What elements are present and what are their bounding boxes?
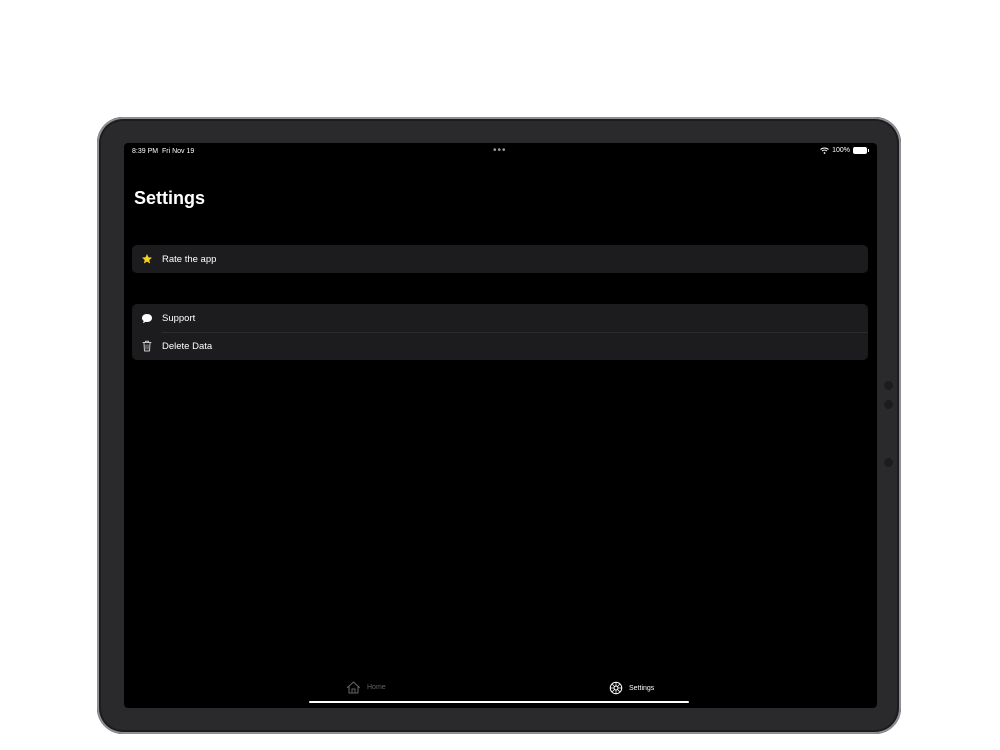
status-date-value: Fri Nov 19 xyxy=(161,148,195,155)
status-bar: 8:39 PM Fri Nov 19 ••• 100% xyxy=(124,143,877,161)
support-row[interactable]: Support xyxy=(132,304,868,332)
settings-group-rating: Rate the app xyxy=(132,245,868,273)
speech-bubble-icon xyxy=(132,313,162,324)
row-label: Delete Data xyxy=(162,340,213,352)
side-sensor-2 xyxy=(884,400,893,409)
multitask-dots[interactable]: ••• xyxy=(493,145,507,156)
home-indicator[interactable] xyxy=(309,701,689,703)
rate-the-app-row[interactable]: Rate the app xyxy=(132,245,868,273)
tab-home[interactable]: Home xyxy=(346,681,386,694)
status-time-value: 8:39 PM xyxy=(132,148,159,155)
tab-home-label: Home xyxy=(367,684,386,691)
wifi-icon xyxy=(820,147,829,154)
gear-icon xyxy=(609,681,623,695)
status-time: 8:39 PM Fri Nov 19 xyxy=(132,148,194,155)
trash-icon xyxy=(132,340,162,352)
battery-icon xyxy=(853,147,869,154)
page-title: Settings xyxy=(134,188,206,208)
side-sensor-1 xyxy=(884,381,893,390)
house-icon xyxy=(346,681,361,694)
battery-percent: 100% xyxy=(832,147,850,154)
settings-group-support: Support Delete Data xyxy=(132,304,868,360)
row-label: Support xyxy=(162,312,196,324)
status-right: 100% xyxy=(820,147,869,154)
tab-settings-label: Settings xyxy=(629,684,655,692)
screen: 8:39 PM Fri Nov 19 ••• 100% Settings Rat… xyxy=(124,143,877,708)
tab-settings[interactable]: Settings xyxy=(609,681,654,695)
delete-data-row[interactable]: Delete Data xyxy=(132,332,868,360)
star-icon xyxy=(132,253,162,265)
side-sensor-3 xyxy=(884,458,893,467)
row-label: Rate the app xyxy=(162,253,217,265)
